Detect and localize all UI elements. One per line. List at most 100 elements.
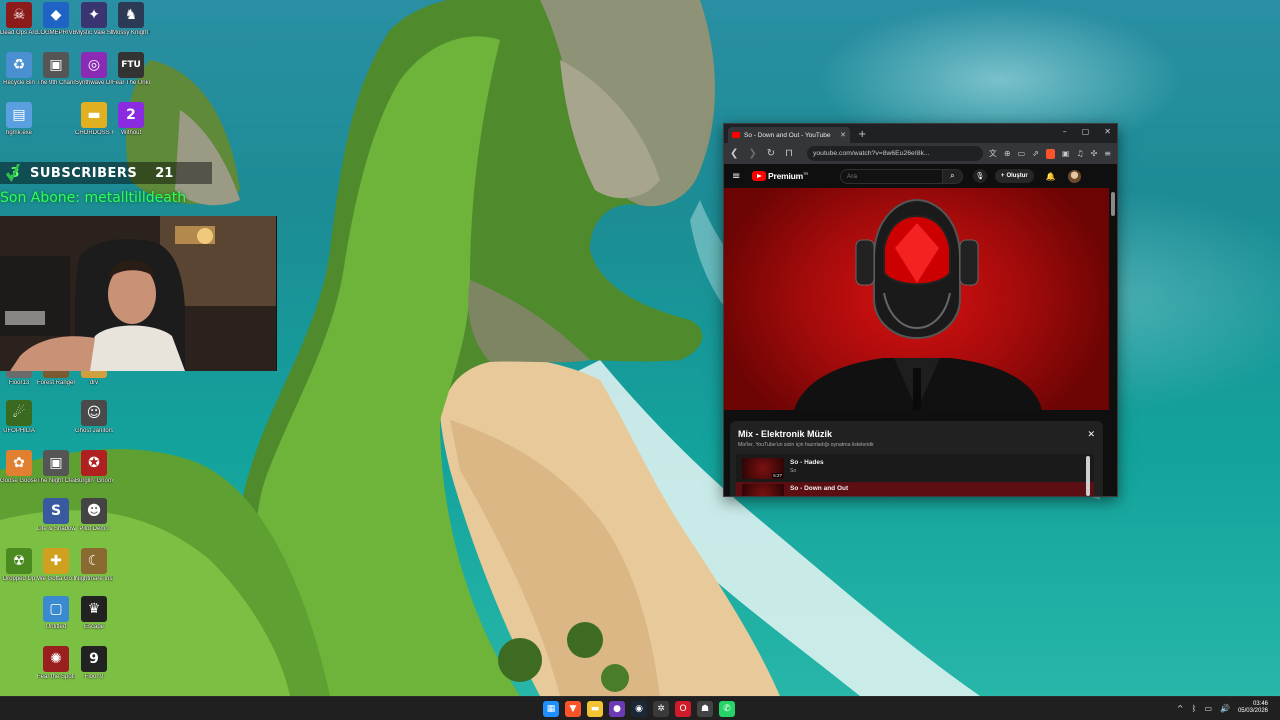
list-item[interactable]: So - Down and Out (736, 482, 1094, 496)
app-icon: ♞ (118, 2, 144, 28)
youtube-header: ≡ PremiumTR ⌕ 🎙 +Oluştur 🔔 (724, 164, 1117, 188)
youtube-brand: PremiumTR (768, 171, 808, 181)
webcam-feed (0, 216, 277, 371)
file-explorer-icon[interactable]: ▬ (587, 701, 603, 717)
desktop-icon-label: Mossy Knight Forest (112, 30, 150, 36)
subscriber-count: 21 (155, 165, 174, 181)
reload-button[interactable]: ↻ (767, 148, 775, 159)
desktop-icon[interactable]: ▤ hgmk.exe (0, 102, 38, 137)
desktop-icon[interactable]: 2 Without (112, 102, 150, 137)
desktop-icon[interactable]: ✦ Mystic Vale Steam (75, 2, 113, 37)
desktop-icon-label: Synthwave Driver (75, 80, 113, 86)
desktop-icon[interactable]: FTU Fear The Unknown (112, 52, 150, 87)
app-icon: ✪ (81, 450, 107, 476)
tray-overflow-icon[interactable]: ^ (1177, 704, 1184, 713)
volume-icon[interactable]: 🔊 (1220, 704, 1230, 713)
chatgpt-icon[interactable]: ✲ (653, 701, 669, 717)
app-icon: ▣ (43, 450, 69, 476)
desktop-icon[interactable]: ✺ Fear the Spotlight (37, 646, 75, 681)
extensions-icon[interactable]: ✣ (1091, 149, 1098, 158)
desktop-icon[interactable]: ✿ Goose Goose Duck (0, 450, 38, 485)
search-box[interactable] (839, 168, 943, 184)
create-button[interactable]: + Oluştur (994, 169, 1034, 183)
webcam-image (0, 216, 276, 371)
sidebar-icon[interactable]: ▣ (1062, 149, 1070, 158)
brave-shields-icon[interactable] (1045, 148, 1055, 159)
tab-close-icon[interactable]: ✕ (840, 131, 846, 139)
desktop-icon-label: Mystic Vale Steam (75, 30, 113, 36)
address-bar[interactable]: youtube.com/watch?v=8w6Eu26eI8k... (806, 146, 983, 161)
close-window-button[interactable]: ✕ (1104, 127, 1111, 136)
translate-icon[interactable]: 文 (989, 148, 997, 159)
app-icon: ▬ (81, 102, 107, 128)
steam-icon[interactable]: ◉ (631, 701, 647, 717)
desktop-icon[interactable]: ▬ CHORDOSS FOUNDE... (75, 102, 113, 137)
notifications-bell-icon[interactable]: 🔔 (1046, 172, 1056, 181)
zoom-icon[interactable]: ⊕ (1004, 149, 1011, 158)
desktop-icon[interactable]: ☄ UFOPHILIA (0, 400, 38, 435)
bluetooth-icon[interactable]: ᛒ (1192, 704, 1197, 713)
desktop-icon[interactable]: ▢ Untitled (37, 596, 75, 631)
desktop-icon[interactable]: ♞ Mossy Knight Forest (112, 2, 150, 37)
close-playlist-icon[interactable]: ✕ (1087, 430, 1095, 440)
desktop-icon[interactable]: ✪ Burglin' Gnom... (75, 450, 113, 485)
desktop-icon[interactable]: ☺ Ghost Janitors (75, 400, 113, 435)
app-icon: ☄ (6, 400, 32, 426)
desktop-icon[interactable]: ☢ Dropped Up (0, 548, 38, 583)
time: 03:46 (1252, 701, 1268, 707)
desktop-icon[interactable]: ◆ LOGMEPRIVE Pretend (37, 2, 75, 37)
app-icon: ✚ (43, 548, 69, 574)
video-player[interactable] (724, 188, 1110, 410)
forward-button[interactable]: ❯ (748, 148, 756, 159)
avatar[interactable] (1067, 169, 1081, 183)
desktop-icon[interactable]: ☠ Dead Ops Arcade (0, 2, 38, 37)
menu-icon[interactable]: ≡ (1104, 149, 1111, 158)
desktop-icon-label: Goose Goose Duck (0, 478, 38, 484)
desktop-icon-label: LOGMEPRIVE Pretend (37, 30, 75, 36)
desktop-icon-label: Escape (83, 624, 104, 630)
opera-icon[interactable]: O (675, 701, 691, 717)
desktop-icon[interactable]: ♛ Escape (75, 596, 113, 631)
desktop-icon[interactable]: ☾ Nightmare Inside The (75, 548, 113, 583)
desktop-icon[interactable]: ▣ The Night Cleaner (37, 450, 75, 485)
list-item[interactable]: 5:27 So - Hades So (736, 456, 1094, 481)
page-scrollbar[interactable] (1109, 188, 1117, 496)
video-duration: 5:27 (772, 473, 783, 478)
toolbar-icons: 文 ⊕ ▭ ⇗ ▣ ♫ ✣ ≡ (989, 148, 1111, 159)
new-tab-button[interactable]: + (858, 129, 866, 140)
cast-icon[interactable]: ▭ (1018, 149, 1026, 158)
guide-menu-icon[interactable]: ≡ (732, 171, 746, 182)
desktop-icon[interactable]: ◎ Synthwave Driver (75, 52, 113, 87)
desktop-icon[interactable]: ▣ The 9th Channel (37, 52, 75, 87)
media-icon[interactable]: ♫ (1076, 149, 1083, 158)
desktop-icon-label: Ghost Janitors (75, 428, 113, 434)
desktop-icon-label: Fear The Unknown (112, 80, 150, 86)
youtube-play-icon (752, 171, 766, 181)
brave-icon[interactable]: ▼ (565, 701, 581, 717)
clock[interactable]: 03:46 05/03/2026 (1238, 701, 1268, 715)
desktop-icon[interactable]: ☻ Pilot Demo (75, 498, 113, 533)
minimize-button[interactable]: – (1063, 127, 1067, 136)
desktop-icon[interactable]: ✚ We Gotta Go Deeper (37, 548, 75, 583)
search-button[interactable]: ⌕ (942, 168, 963, 184)
share-icon[interactable]: ⇗ (1032, 149, 1039, 158)
whatsapp-icon[interactable]: ✆ (719, 701, 735, 717)
desktop-icon[interactable]: 9 Floor 9 (75, 646, 113, 681)
youtube-logo[interactable]: PremiumTR (752, 171, 808, 181)
windows-start-icon[interactable]: ▦ (543, 701, 559, 717)
desktop-icon[interactable]: S Life & Shadow (37, 498, 75, 533)
obs-icon[interactable]: ● (609, 701, 625, 717)
maximize-button[interactable]: ▢ (1082, 127, 1090, 136)
microphone-icon[interactable]: 🎙 (972, 169, 987, 183)
game-launcher-icon[interactable]: ☗ (697, 701, 713, 717)
back-button[interactable]: ❮ (730, 148, 738, 159)
app-icon: FTU (118, 52, 144, 78)
app-icon: ✺ (43, 646, 69, 672)
network-icon[interactable]: ▭ (1204, 704, 1212, 713)
bookmark-icon[interactable]: ⊓ (785, 148, 793, 159)
scrollbar-thumb[interactable] (1111, 192, 1115, 216)
desktop-icon[interactable]: ♻ Recycle Bin (0, 52, 38, 87)
tab-youtube[interactable]: So - Down and Out - YouTube ✕ (728, 127, 850, 143)
search-input[interactable] (846, 172, 936, 180)
playlist-scrollbar[interactable] (1086, 456, 1090, 496)
